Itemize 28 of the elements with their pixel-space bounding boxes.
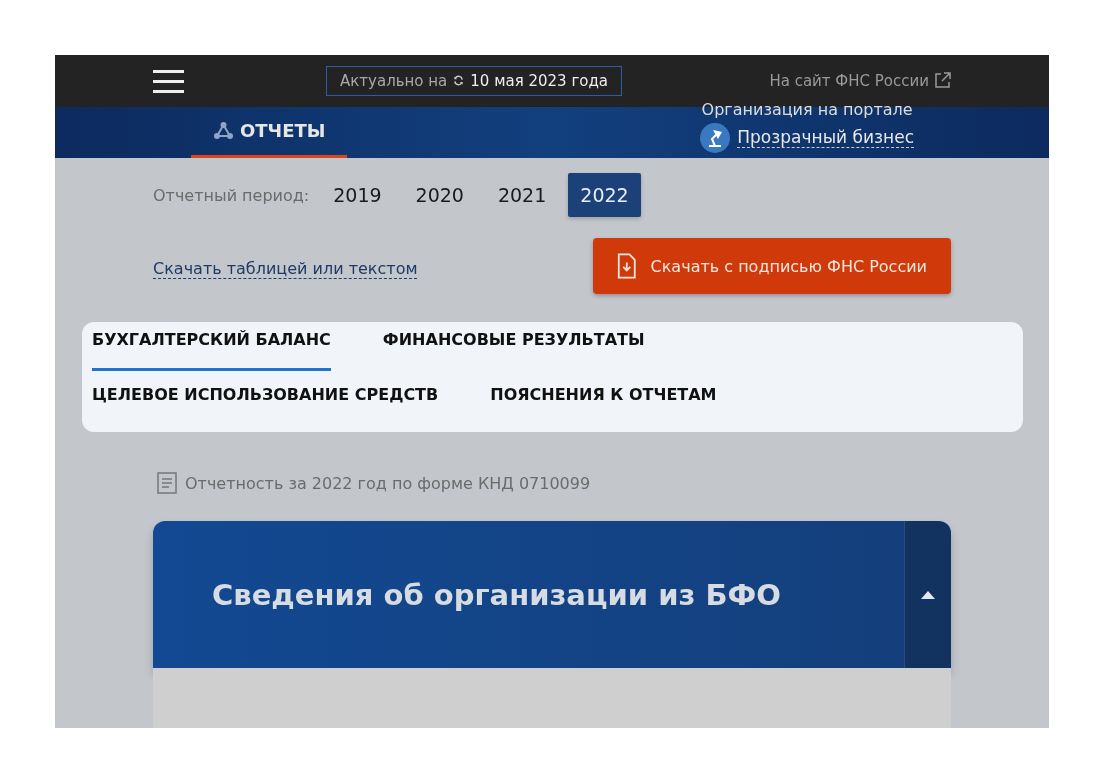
file-download-icon (617, 252, 637, 280)
external-link-icon (934, 72, 951, 90)
portal-caption: Организация на портале (701, 100, 913, 119)
report-tab[interactable]: ПОЯСНЕНИЯ К ОТЧЕТАМ (490, 377, 717, 426)
date-label: Актуально на (340, 71, 448, 90)
report-tab[interactable]: БУХГАЛТЕРСКИЙ БАЛАНС (92, 322, 331, 371)
period-label: Отчетный период: (153, 185, 310, 205)
download-signed-button[interactable]: Скачать с подписью ФНС России (593, 238, 951, 294)
fns-site-link-text[interactable]: На сайт ФНС России (769, 71, 929, 90)
section-title: Сведения об организации из БФО (212, 577, 781, 612)
caret-up-icon (921, 590, 935, 599)
reports-tab[interactable]: ОТЧЕТЫ (191, 106, 348, 158)
year-tab[interactable]: 2022 (568, 173, 641, 217)
collapse-toggle[interactable] (904, 521, 951, 668)
document-icon (157, 472, 177, 494)
year-tab[interactable]: 2020 (403, 173, 476, 217)
network-icon (213, 120, 234, 141)
year-tab[interactable]: 2021 (485, 173, 559, 217)
lamp-icon (700, 122, 731, 153)
update-date: 10 мая 2023 года (470, 71, 609, 90)
download-table-link[interactable]: Скачать таблицей или текстом (153, 259, 418, 279)
report-tab[interactable]: ЦЕЛЕВОЕ ИСПОЛЬЗОВАНИЕ СРЕДСТВ (92, 377, 439, 417)
menu-icon[interactable] (153, 68, 184, 93)
year-tab[interactable]: 2019 (321, 173, 394, 217)
transparent-business-link[interactable]: Прозрачный бизнес (737, 127, 914, 148)
form-note: Отчетность за 2022 год по форме КНД 0710099 (185, 473, 591, 493)
refresh-icon (453, 75, 465, 87)
report-tab[interactable]: ФИНАНСОВЫЕ РЕЗУЛЬТАТЫ (382, 322, 645, 371)
